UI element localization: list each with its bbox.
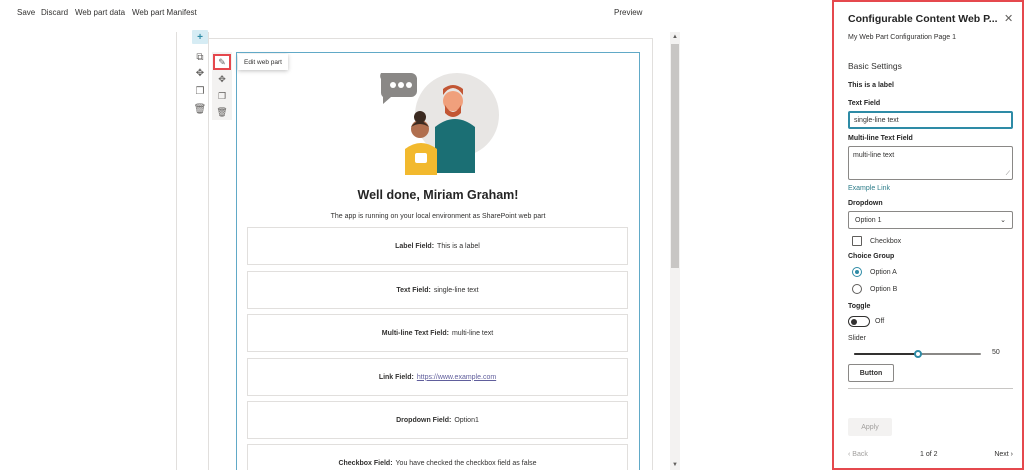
slider-label: Slider [848,335,866,342]
field-value: multi-line text [451,329,494,337]
field-value: Option1 [454,416,479,424]
resize-grip-icon[interactable]: ⟋ [1006,171,1010,178]
toggle-state: Off [875,318,885,325]
toggle-knob [851,318,857,325]
field-value: This is a label [437,242,480,250]
multiline-field-card: Multi-line Text Field: multi-line text [247,314,628,352]
checkbox-control[interactable]: Checkbox [852,236,901,246]
example-link[interactable]: Example Link [848,185,890,192]
canvas-border-left [176,32,177,470]
scroll-thumb[interactable] [671,44,679,268]
link-field-card: Link Field: https://www.example.com [247,358,628,396]
choice-option-a[interactable]: Option A [852,267,897,277]
field-value: You have checked the checkbox field as f… [395,459,537,467]
move-section-button[interactable]: ✥ [192,66,208,80]
command-bar: Save Discard Web part data Web part Mani… [0,0,820,26]
edit-section-button[interactable]: ⧉ [192,50,208,64]
plus-icon: + [197,31,203,43]
welcome-title: Well done, Miriam Graham! [357,188,519,202]
edit-web-part-button[interactable]: ✎ [213,54,231,70]
section-border-top [208,38,653,39]
next-button[interactable]: Next › [994,451,1013,458]
pencil-icon: ✎ [218,56,226,67]
multiline-textarea[interactable]: multi-line text ⟋ [848,146,1013,180]
toggle-label: Toggle [848,303,871,310]
choice-group-label: Choice Group [848,253,895,260]
apply-button[interactable]: Apply [848,418,892,436]
back-button[interactable]: ‹ Back [848,451,868,458]
field-name: Link Field: [378,373,414,381]
save-button[interactable]: Save [17,8,35,17]
move-icon: ✥ [195,67,205,79]
field-name: Label Field: [395,242,435,250]
text-field-label: Text Field [848,100,881,107]
welcome-illustration-icon [380,73,499,175]
text-field-card: Text Field: single-line text [247,271,628,309]
delete-section-button[interactable]: 🗑 [192,102,208,116]
radio-button-selected[interactable] [852,267,862,277]
dropdown-select[interactable]: Option 1 ⌄ [848,211,1013,229]
close-icon[interactable]: ✕ [1004,12,1013,25]
choice-option-b[interactable]: Option B [852,284,897,294]
radio-button[interactable] [852,284,862,294]
dropdown-field-card: Dropdown Field: Option1 [247,401,628,439]
duplicate-web-part-button[interactable]: ❐ [214,89,230,103]
canvas-scrollbar[interactable]: ▲ ▼ [670,32,680,470]
duplicate-icon: ❐ [217,90,227,101]
preview-button[interactable]: Preview [614,8,642,17]
scroll-up-icon[interactable]: ▲ [670,32,680,42]
checkbox-box[interactable] [852,236,862,246]
slider-control[interactable] [854,349,981,359]
move-web-part-button[interactable]: ✥ [214,72,230,86]
field-value: single-line text [433,286,479,294]
pane-title: Configurable Content Web P... [848,13,998,25]
choice-option-label: Option B [870,285,898,293]
field-name: Multi-line Text Field: [381,329,449,337]
pane-divider [848,388,1013,389]
slider-fill [854,353,918,355]
label-control: This is a label [848,82,894,89]
field-name: Checkbox Field: [338,459,393,467]
slider-thumb[interactable] [913,350,922,358]
web-part-toolbar: ✎ ✥ ❐ 🗑 [212,52,232,120]
page-indicator: 1 of 2 [920,451,938,458]
web-part-manifest-button[interactable]: Web part Manifest [132,8,197,17]
duplicate-icon: ❐ [195,85,205,97]
chevron-down-icon: ⌄ [1000,217,1006,224]
section-icon: ⧉ [196,51,204,63]
section-border-left [208,32,209,470]
checkbox-label: Checkbox [870,237,902,245]
toggle-switch[interactable]: Off [848,316,884,327]
checkbox-field-card: Checkbox Field: You have checked the chec… [247,444,628,470]
field-name: Dropdown Field: [396,416,452,424]
pane-description: My Web Part Configuration Page 1 [848,34,957,41]
field-link[interactable]: https://www.example.com [417,374,496,381]
welcome-subtitle: The app is running on your local environ… [330,213,546,220]
slider-value: 50 [992,349,1000,356]
pane-button[interactable]: Button [848,364,894,382]
web-part[interactable]: Well done, Miriam Graham! The app is run… [236,52,640,470]
dropdown-label: Dropdown [848,200,883,207]
trash-icon: 🗑 [216,106,228,117]
move-icon: ✥ [218,73,226,84]
label-field-card: Label Field: This is a label [247,227,628,265]
text-field-input[interactable]: single-line text [848,111,1013,129]
textarea-value: multi-line text [853,152,895,159]
multiline-field-label: Multi-line Text Field [848,135,913,142]
discard-button[interactable]: Discard [41,8,68,17]
duplicate-section-button[interactable]: ❐ [192,84,208,98]
section-border-right [652,38,653,470]
web-part-data-button[interactable]: Web part data [75,8,125,17]
add-section-button[interactable]: + [192,30,208,44]
property-pane: Configurable Content Web P... ✕ My Web P… [832,0,1024,470]
trash-icon: 🗑 [193,103,207,115]
group-title: Basic Settings [848,61,902,71]
field-name: Text Field: [396,286,431,294]
choice-option-label: Option A [870,268,897,276]
dropdown-value: Option 1 [855,216,882,224]
toggle-track[interactable] [848,316,870,327]
scroll-down-icon[interactable]: ▼ [670,460,680,470]
delete-web-part-button[interactable]: 🗑 [214,105,230,119]
